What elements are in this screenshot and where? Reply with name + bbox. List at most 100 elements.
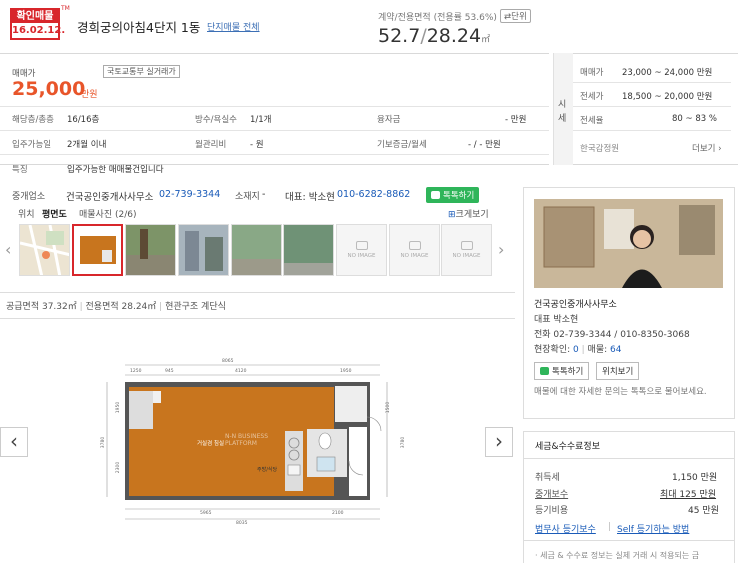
supply-area: 공급면적 37.32㎡	[6, 302, 77, 312]
market-sale-value: 23,000 ~ 24,000 만원	[622, 68, 713, 78]
more-link[interactable]: 더보기 ›	[692, 142, 722, 154]
rep-label: 대표: 박소현	[285, 192, 335, 203]
plan-prev-button[interactable]: ‹	[0, 427, 28, 457]
area-exclusive: 28.24	[426, 25, 482, 47]
movein-label: 입주가능일	[12, 140, 52, 150]
listing-title: 경희궁의아침4단지 1동	[77, 20, 201, 35]
photo-3-image	[232, 225, 281, 275]
acquisition-tax-label: 취득세	[535, 473, 560, 483]
area-info-line: 공급면적 37.32㎡ | 전용면적 28.24㎡ | 현관구조 계단식	[6, 302, 226, 312]
plan-dim-left-3: 2300	[116, 461, 122, 474]
plan-next-button[interactable]: ›	[485, 427, 513, 457]
loan-label: 융자금	[377, 115, 401, 125]
more-label: 더보기	[692, 144, 716, 154]
brokerage-fee-label[interactable]: 중개보수	[535, 487, 568, 500]
area-unit: ㎡	[481, 35, 491, 45]
exclusive-area: 전용면적 28.24㎡	[85, 302, 157, 312]
thumb-no-image-3[interactable]: NO IMAGE	[441, 224, 492, 276]
tab-photos[interactable]: 매물사진 (2/6)	[79, 207, 137, 220]
enlarge-icon: ⊞	[448, 210, 456, 220]
stamp-date: 16.02.12.	[12, 25, 66, 36]
listings-count-link[interactable]: 64	[610, 345, 621, 355]
tab-location[interactable]: 위치	[18, 207, 35, 220]
agent-photo	[534, 199, 723, 288]
chevron-left-icon: ‹	[10, 429, 18, 453]
camera-icon	[408, 241, 421, 250]
area-label: 계약/전용면적 (전용률 53.6%)	[378, 13, 497, 23]
agency-name: 건국공인중개사사무소	[66, 192, 154, 203]
complex-listings-link[interactable]: 단지매물 전체	[207, 20, 260, 33]
thumb-photo-2[interactable]	[178, 224, 229, 276]
agent-phone: 전화 02-739-3344 / 010-8350-3068	[534, 330, 690, 340]
rooms-label: 방수/욕실수	[195, 115, 237, 125]
strip-prev-arrow[interactable]: ‹	[5, 240, 11, 259]
movein-value: 2개월 이내	[67, 140, 107, 150]
deposit-value: - / - 만원	[468, 140, 501, 150]
chevron-right-icon: ›	[715, 144, 722, 154]
mgmt-fee-value: - 원	[250, 140, 264, 150]
agent-agency-name: 건국공인중개사사무소	[534, 300, 617, 310]
market-price-side-label: 시 세	[553, 53, 573, 165]
thumb-photo-3[interactable]	[231, 224, 282, 276]
photo-count: (2/6)	[115, 210, 137, 220]
plan-dim-right-2: 3780	[401, 436, 407, 449]
verified-stamp: 확인매물 16.02.12.	[10, 8, 66, 40]
price-unit: 만원	[81, 90, 98, 100]
view-location-button[interactable]: 위치보기	[596, 362, 640, 380]
unit-toggle-button[interactable]: ⇄단위	[500, 9, 531, 23]
floor-value: 16/16층	[67, 115, 100, 125]
entrance-structure: 현관구조 계단식	[165, 302, 226, 312]
tax-footnote: · 세금 & 수수료 정보는 실제 거래 시 적용되는 금	[535, 551, 700, 560]
location-value: -	[262, 189, 266, 200]
agent-photo-image	[534, 199, 723, 288]
inspect-count-link[interactable]: 0	[573, 345, 579, 355]
plan-watermark: N-N BUSINESS PLATFORM	[225, 433, 269, 447]
plan-dim-bottom-1: 5965	[200, 511, 212, 516]
photo-1-image	[126, 225, 175, 275]
map-thumbnail	[20, 225, 69, 275]
tab-floor-plan[interactable]: 평면도	[42, 207, 67, 220]
thumb-no-image-2[interactable]: NO IMAGE	[389, 224, 440, 276]
legal-registration-link[interactable]: 법무사 등기보수	[535, 522, 596, 535]
agent-talk-button[interactable]: 톡톡하기	[534, 362, 590, 380]
listings-label: 매물:	[587, 345, 608, 355]
deposit-label: 기보증금/월세	[377, 140, 427, 150]
inspect-label: 현장확인:	[534, 345, 571, 355]
tab-photos-label: 매물사진	[79, 210, 113, 220]
self-registration-link[interactable]: Self 등기하는 방법	[617, 522, 689, 535]
molit-price-button[interactable]: 국토교통부 실거래가	[103, 65, 180, 78]
thumb-location-map[interactable]	[19, 224, 70, 276]
brokerage-fee-value[interactable]: 최대 125 만원	[660, 487, 716, 500]
photo-4-image	[284, 225, 333, 275]
location-label: 소재지	[235, 192, 260, 202]
chevron-right-icon: ›	[495, 429, 503, 453]
market-jeonse-value: 18,500 ~ 20,000 만원	[622, 92, 713, 102]
chat-icon	[540, 367, 549, 375]
unit-toggle-label: 단위	[511, 12, 527, 22]
area-supply: 52.7	[378, 25, 421, 47]
market-ratio-label: 전세율	[580, 116, 604, 126]
rooms-value: 1/1개	[250, 115, 272, 125]
plan-dim-top-3: 4120	[235, 369, 247, 374]
mgmt-fee-label: 월관리비	[195, 140, 227, 150]
plan-room-label: 거실겸 침실	[197, 441, 225, 447]
strip-next-arrow[interactable]: ›	[498, 240, 504, 259]
plan-dim-bottom-2: 2100	[332, 511, 344, 516]
thumb-floor-plan[interactable]	[72, 224, 123, 276]
talk-button-top[interactable]: 톡톡하기	[426, 187, 480, 203]
agent-note: 매물에 대한 자세한 문의는 톡톡으로 물어보세요.	[534, 387, 707, 397]
registration-cost-value: 45 만원	[688, 506, 719, 516]
enlarge-label: 크게보기	[455, 210, 489, 220]
camera-icon	[460, 241, 473, 250]
agency-label: 중개업소	[12, 192, 46, 202]
market-sale-label: 매매가	[580, 68, 604, 78]
market-ratio-value: 80 ~ 83 %	[672, 114, 717, 124]
thumb-no-image-1[interactable]: NO IMAGE	[336, 224, 387, 276]
enlarge-button[interactable]: ⊞크게보기	[448, 207, 489, 220]
thumb-photo-4[interactable]	[283, 224, 334, 276]
agent-rep: 대표 박소현	[534, 315, 579, 325]
thumb-photo-1[interactable]	[125, 224, 176, 276]
plan-kitchen-label: 주방/식당	[257, 467, 278, 473]
plan-dim-top-1: 1250	[130, 369, 142, 374]
side-label-2: 세	[558, 114, 567, 124]
